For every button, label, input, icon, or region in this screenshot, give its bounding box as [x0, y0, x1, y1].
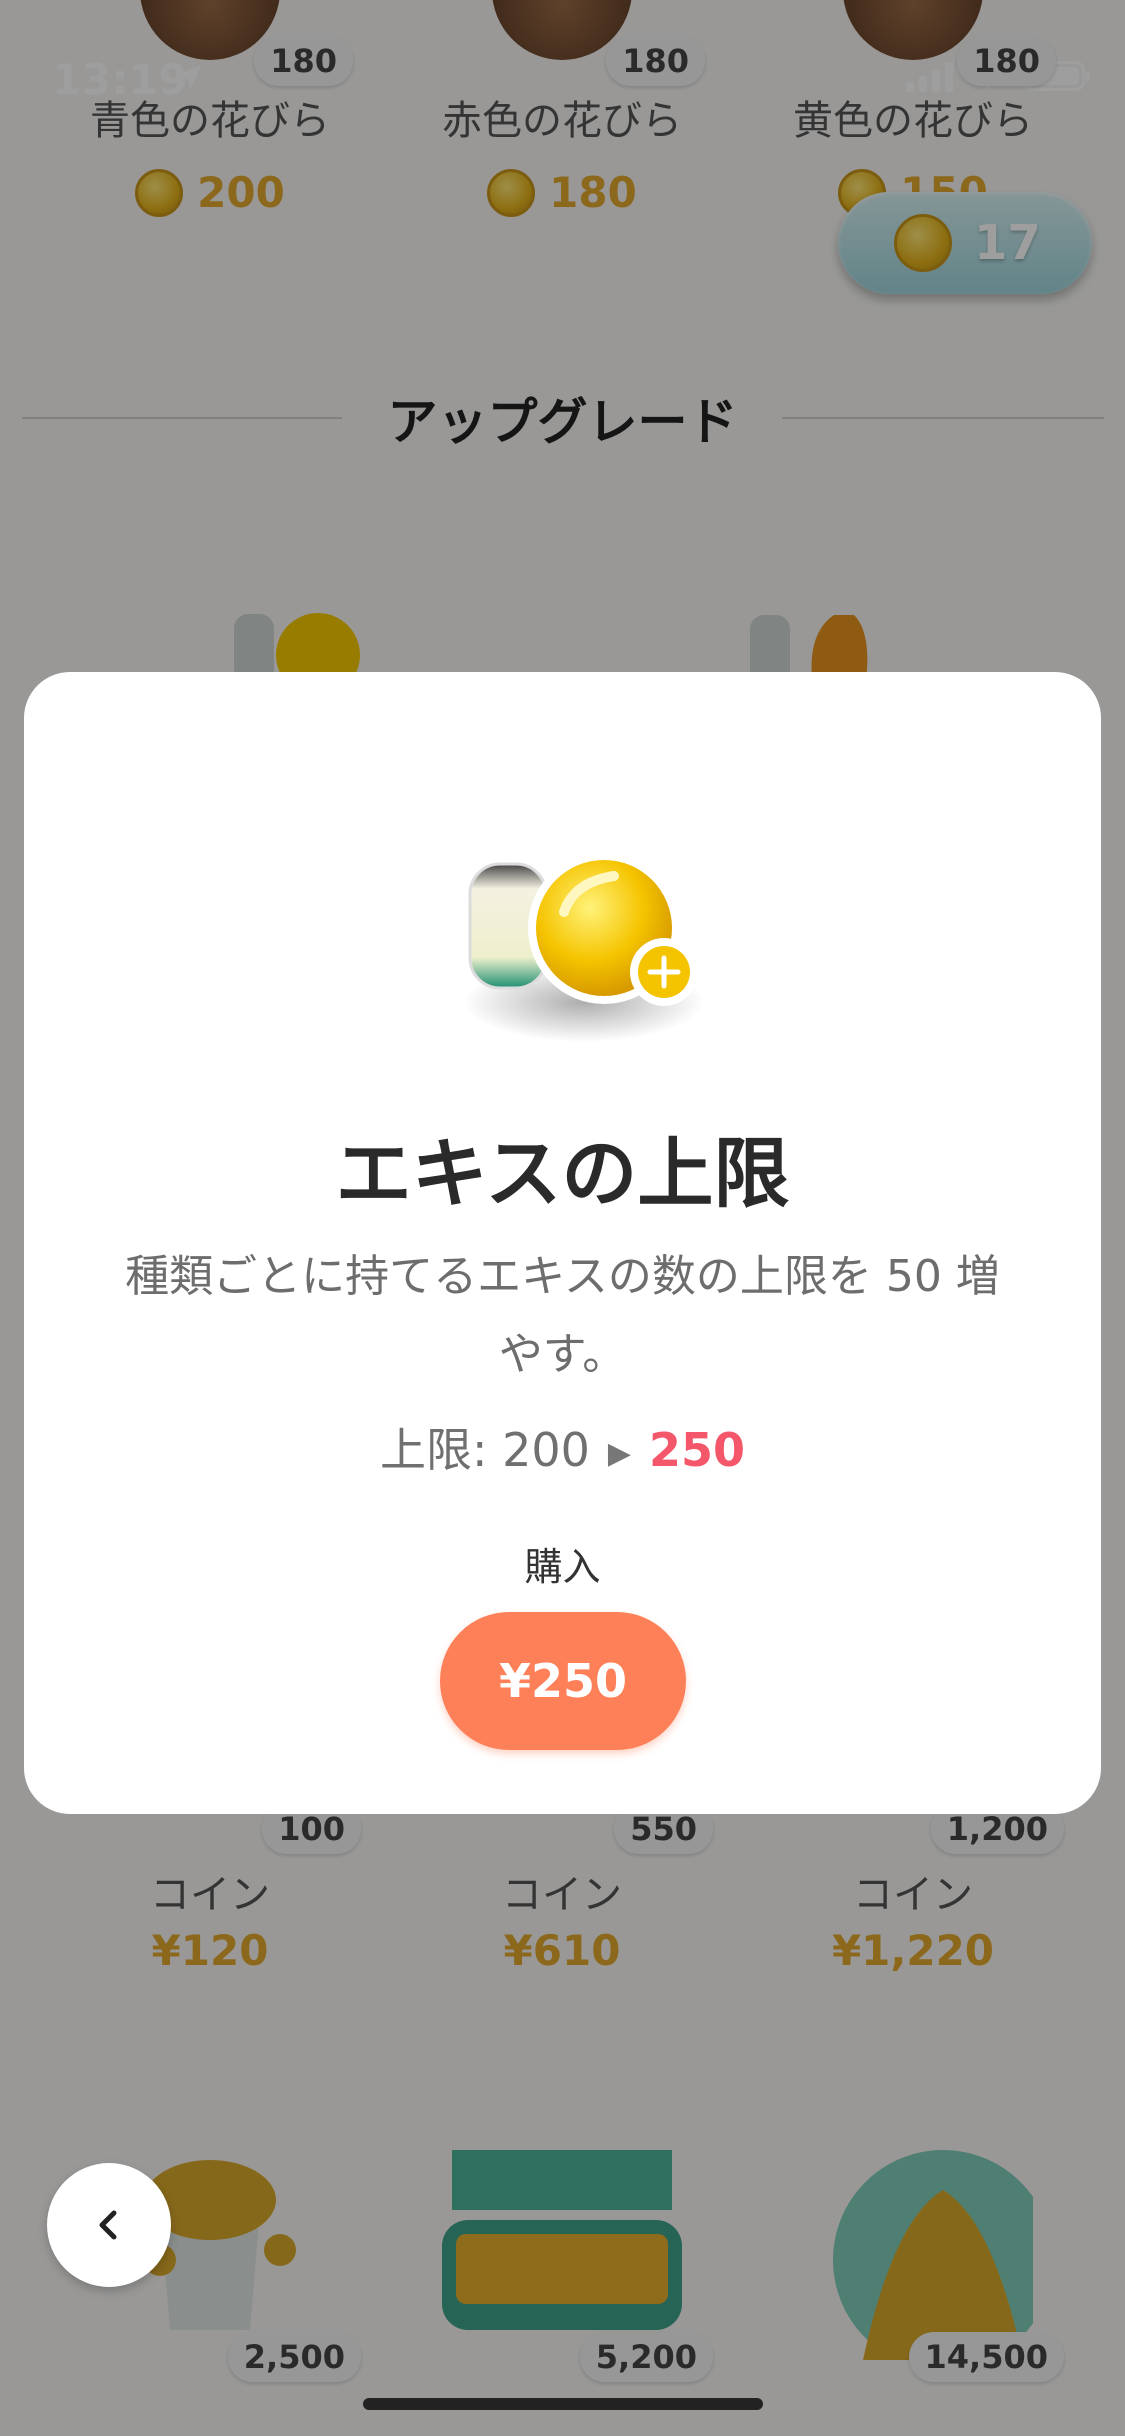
- play-arrow-icon: ▶: [607, 1436, 631, 1471]
- buy-button[interactable]: ¥250: [440, 1612, 686, 1750]
- buy-label: 購入: [524, 1545, 601, 1589]
- modal-description: 種類ごとに持てるエキスの数の上限を 50 増やす。: [125, 1251, 1000, 1380]
- home-indicator[interactable]: [363, 2398, 763, 2410]
- limit-current: 上限: 200: [379, 1423, 590, 1477]
- limit-new: 250: [648, 1423, 746, 1477]
- chevron-left-icon: [99, 2210, 117, 2240]
- limit-change: 上限: 200 ▶ 250: [24, 1414, 1101, 1480]
- back-button[interactable]: [47, 2163, 171, 2287]
- modal-title: エキスの上限: [335, 1129, 790, 1218]
- essence-limit-icon: [464, 852, 704, 1042]
- upgrade-modal: エキスの上限 種類ごとに持てるエキスの数の上限を 50 増やす。 上限: 200…: [24, 672, 1101, 1814]
